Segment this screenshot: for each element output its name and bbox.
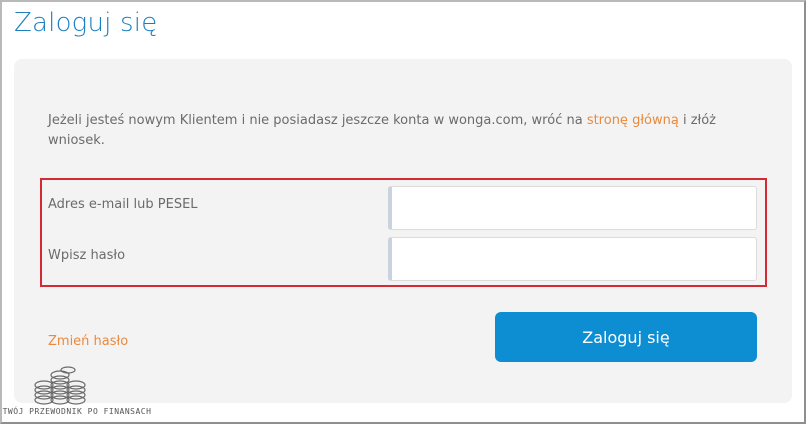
change-password-link[interactable]: Zmień hasło	[48, 334, 128, 349]
password-label: Wpisz hasło	[48, 248, 126, 263]
email-row: Adres e-mail lub PESEL	[42, 183, 765, 231]
login-panel: Jeżeli jesteś nowym Klientem i nie posia…	[14, 59, 792, 403]
watermark: TWÓJ PRZEWODNIK PO FINANSACH	[2, 364, 152, 422]
homepage-link[interactable]: stronę główną	[587, 113, 679, 128]
intro-text-before: Jeżeli jesteś nowym Klientem i nie posia…	[48, 113, 587, 128]
credentials-highlight-box: Adres e-mail lub PESEL Wpisz hasło	[40, 178, 767, 287]
page-title: Zaloguj się	[14, 8, 158, 38]
password-field[interactable]	[388, 237, 757, 281]
login-button[interactable]: Zaloguj się	[495, 312, 757, 362]
email-label: Adres e-mail lub PESEL	[48, 197, 198, 212]
coins-stack-icon	[34, 366, 86, 405]
intro-text: Jeżeli jesteś nowym Klientem i nie posia…	[48, 111, 738, 151]
watermark-text: TWÓJ PRZEWODNIK PO FINANSACH	[2, 407, 152, 416]
password-row: Wpisz hasło	[42, 234, 765, 282]
email-field[interactable]	[388, 186, 757, 230]
